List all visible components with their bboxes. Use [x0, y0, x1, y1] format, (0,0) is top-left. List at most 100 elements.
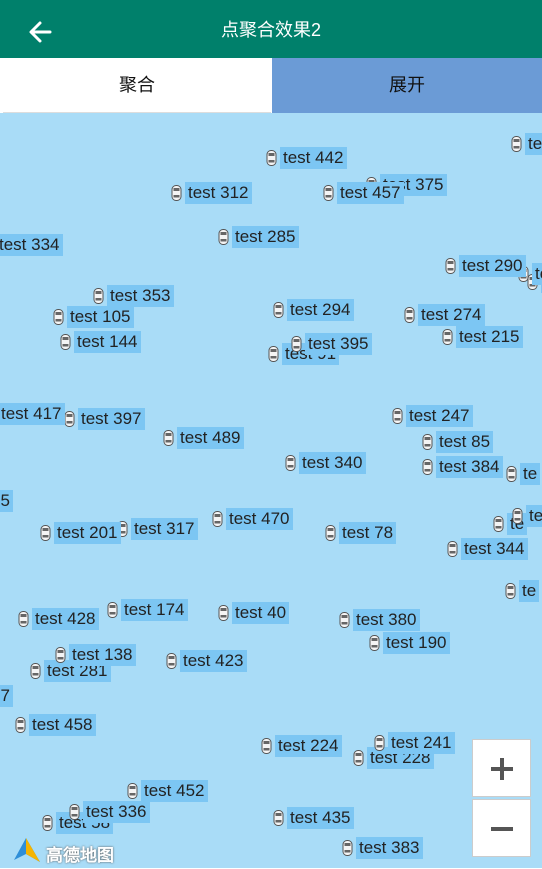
car-marker-icon: [325, 525, 336, 541]
marker-label: test 105: [67, 306, 134, 328]
marker-label: test 417: [0, 403, 65, 425]
marker-label: te: [520, 463, 541, 485]
marker-label: test 78: [339, 522, 397, 544]
marker-label: test 395: [305, 333, 372, 355]
amap-logo: 高德地图: [12, 836, 114, 865]
car-marker-icon: [107, 602, 118, 618]
marker-label: test 247: [406, 405, 473, 427]
car-marker-icon: [512, 508, 523, 524]
car-marker-icon: [447, 541, 458, 557]
tab-cluster[interactable]: 聚合: [3, 58, 271, 113]
page-title: 点聚合效果2: [220, 20, 321, 40]
car-marker-icon: [369, 635, 380, 651]
marker-label: test 40: [232, 602, 290, 624]
tab-expand[interactable]: 展开: [272, 58, 542, 113]
plus-icon: [491, 758, 513, 780]
car-marker-icon: [273, 302, 284, 318]
car-marker-icon: [268, 346, 279, 362]
car-marker-icon: [18, 611, 29, 627]
marker-label: test 294: [287, 299, 354, 321]
car-marker-icon: [323, 185, 334, 201]
marker-label: test 201: [54, 522, 121, 544]
marker-label: 47: [0, 685, 13, 707]
car-marker-icon: [422, 459, 433, 475]
car-marker-icon: [40, 525, 51, 541]
marker-label: test 138: [69, 644, 136, 666]
car-marker-icon: [93, 288, 104, 304]
car-marker-icon: [218, 605, 229, 621]
app-bar: 点聚合效果2: [0, 0, 542, 58]
car-marker-icon: [422, 434, 433, 450]
zoom-out-button[interactable]: [472, 799, 531, 857]
car-marker-icon: [353, 750, 364, 766]
car-marker-icon: [442, 329, 453, 345]
car-marker-icon: [506, 466, 517, 482]
marker-label: test 274: [418, 304, 485, 326]
map-view[interactable]: tes4745tetetetetetetest 383test 435test …: [0, 113, 542, 868]
car-marker-icon: [266, 150, 277, 166]
car-marker-icon: [285, 455, 296, 471]
marker-label: te: [532, 263, 542, 285]
marker-label: test 340: [299, 452, 366, 474]
car-marker-icon: [171, 185, 182, 201]
car-marker-icon: [339, 612, 350, 628]
car-marker-icon: [445, 258, 456, 274]
marker-label: test 215: [456, 326, 523, 348]
amap-logo-icon: [14, 838, 40, 862]
car-marker-icon: [69, 804, 80, 820]
marker-label: te: [526, 505, 542, 527]
marker-label: test 423: [180, 650, 247, 672]
car-marker-icon: [64, 411, 75, 427]
car-marker-icon: [291, 336, 302, 352]
car-marker-icon: [218, 229, 229, 245]
marker-label: test 470: [226, 508, 293, 530]
car-marker-icon: [273, 810, 284, 826]
car-marker-icon: [60, 334, 71, 350]
marker-label: test 241: [388, 732, 455, 754]
zoom-in-button[interactable]: [472, 739, 531, 797]
marker-label: 45: [0, 490, 13, 512]
marker-label: test 457: [337, 182, 404, 204]
minus-icon: [491, 827, 513, 831]
marker-label: test 489: [177, 427, 244, 449]
car-marker-icon: [30, 663, 41, 679]
marker-label: test 285: [232, 226, 299, 248]
logo-text: 高德地图: [46, 846, 114, 865]
car-marker-icon: [55, 647, 66, 663]
car-marker-icon: [374, 735, 385, 751]
car-marker-icon: [511, 136, 522, 152]
marker-label: test 336: [83, 801, 150, 823]
marker-label: test 334: [0, 234, 63, 256]
car-marker-icon: [53, 309, 64, 325]
marker-label: test 435: [287, 807, 354, 829]
marker-label: test 384: [436, 456, 503, 478]
marker-label: test 224: [275, 735, 342, 757]
car-marker-icon: [42, 815, 53, 831]
car-marker-icon: [342, 840, 353, 856]
marker-label: test 85: [436, 431, 494, 453]
marker-label: test 144: [74, 331, 141, 353]
marker-label: test 290: [459, 255, 526, 277]
marker-label: test 190: [383, 632, 450, 654]
marker-label: test 317: [131, 518, 198, 540]
marker-label: te: [519, 580, 540, 602]
marker-label: test 452: [141, 780, 208, 802]
marker-label: te: [525, 133, 542, 155]
car-marker-icon: [493, 516, 504, 532]
mode-tabs: 聚合 展开: [0, 58, 542, 113]
marker-label: test 174: [121, 599, 188, 621]
car-marker-icon: [212, 511, 223, 527]
marker-label: test 312: [185, 182, 252, 204]
marker-label: test 353: [107, 285, 174, 307]
marker-label: test 380: [353, 609, 420, 631]
marker-label: test 458: [29, 714, 96, 736]
marker-label: test 428: [32, 608, 99, 630]
car-marker-icon: [404, 307, 415, 323]
marker-label: test 442: [280, 147, 347, 169]
marker-label: test 344: [461, 538, 528, 560]
car-marker-icon: [261, 738, 272, 754]
car-marker-icon: [127, 783, 138, 799]
marker-label: test 397: [78, 408, 145, 430]
marker-label: test 383: [356, 837, 423, 859]
car-marker-icon: [15, 717, 26, 733]
